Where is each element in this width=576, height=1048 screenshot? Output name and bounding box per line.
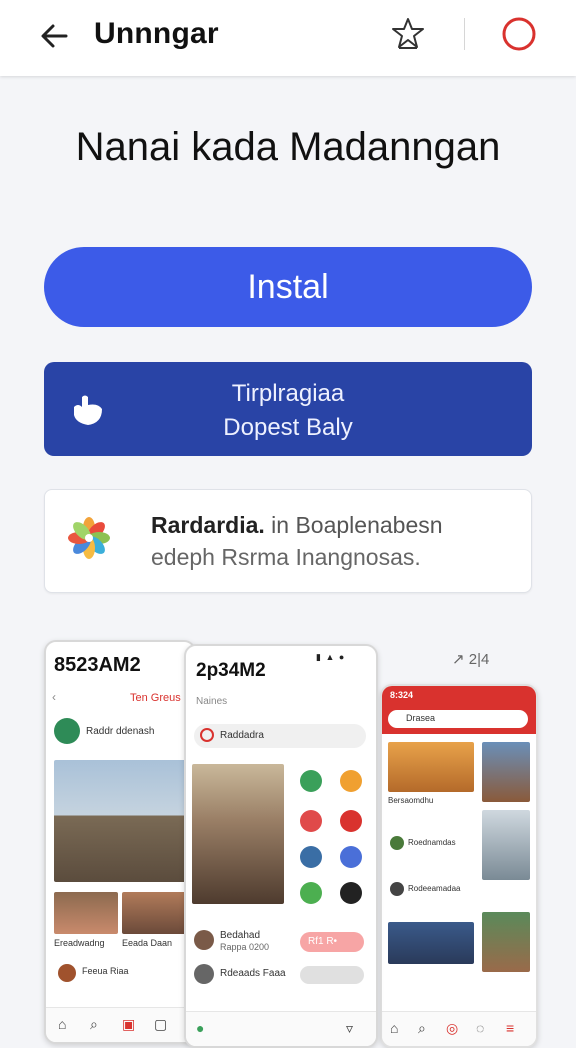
search-text: Drasea	[406, 713, 436, 723]
toggle[interactable]	[300, 966, 364, 984]
home-icon[interactable]: ●	[196, 1020, 204, 1036]
avatar	[390, 882, 404, 896]
store-icon[interactable]: ▣	[122, 1016, 135, 1033]
bottom-nav: ⌂ ⌕ ◎ ◌ ≡	[382, 1011, 536, 1046]
page-title: Nanai kada Madanngan	[75, 125, 501, 169]
list-item: Feeua Riaa	[82, 966, 129, 976]
arrow-left-icon[interactable]	[36, 16, 76, 56]
flower-icon	[68, 517, 110, 559]
app-title: Unnngar	[94, 17, 219, 50]
home-icon[interactable]: ⌂	[390, 1020, 398, 1036]
status-icons: ▮ ▲ ●	[316, 652, 346, 662]
pill-button[interactable]: Rf1 R•	[300, 932, 364, 952]
status-time: 8:324	[390, 690, 414, 700]
pill-label: Rf1 R•	[308, 936, 338, 947]
bottom-nav: ⌂ ⌕ ▣ ▢	[46, 1007, 194, 1042]
list-item: Rodeeamadaa	[408, 884, 461, 893]
list-item: Bersaomdhu	[388, 796, 434, 805]
app-icon[interactable]	[340, 846, 362, 868]
screenshot-3[interactable]: 8:324 Drasea Bersaomdhu Roednamdas Rodee…	[380, 684, 538, 1048]
avatar	[194, 964, 214, 984]
install-button[interactable]: Instal	[44, 247, 532, 327]
photo	[482, 742, 530, 802]
screenshot-2[interactable]: 2p34M2 ▮ ▲ ● Naines Raddadra Bedahad Rap…	[184, 644, 378, 1048]
avatar	[58, 964, 76, 982]
list-item-title: Rdeaads Faaa	[220, 968, 286, 979]
app-icon[interactable]	[300, 882, 322, 904]
star-outline-icon[interactable]	[388, 14, 428, 54]
screen-subtitle: Naines	[196, 696, 228, 707]
avatar	[390, 836, 404, 850]
check-icon[interactable]: ▿	[346, 1020, 353, 1037]
search-text: Raddadra	[220, 730, 264, 741]
back-icon: ‹	[52, 690, 56, 704]
caption: Eeada Daan	[122, 938, 173, 948]
status-time: 8523AM2	[54, 654, 141, 676]
apps-icon[interactable]: ▢	[154, 1016, 167, 1033]
search-icon[interactable]: ⌕	[90, 1016, 98, 1033]
app-icon[interactable]	[340, 882, 362, 904]
photo	[388, 742, 474, 792]
promo-banner[interactable]: Tirplragiaa Dopest Baly	[44, 362, 532, 456]
app-icon[interactable]	[340, 770, 362, 792]
list-item-title: Bedahad	[220, 930, 261, 941]
divider	[464, 18, 465, 50]
app-icon[interactable]	[300, 810, 322, 832]
photo-thumb	[54, 892, 118, 934]
home-icon[interactable]: ⌂	[58, 1016, 66, 1032]
search-icon[interactable]: ⌕	[418, 1020, 426, 1037]
photo	[482, 912, 530, 972]
screenshot-1[interactable]: 8523AM2 Ten Greus ‹ Raddr ddenash Ereadw…	[44, 640, 196, 1044]
app-icon[interactable]	[340, 810, 362, 832]
app-icon[interactable]	[300, 846, 322, 868]
photo-thumb	[122, 892, 188, 934]
rating-text: ↗ 2|4	[452, 651, 490, 668]
photo	[192, 764, 284, 904]
menu-icon[interactable]: ≡	[506, 1020, 514, 1036]
chat-icon[interactable]: ◌	[476, 1020, 484, 1036]
app-icon[interactable]	[300, 770, 322, 792]
avatar	[54, 718, 80, 744]
list-item-sub: Rappa 0200	[220, 942, 270, 952]
photo	[54, 760, 188, 882]
caption: Ereadwadng	[54, 938, 105, 948]
circle-icon[interactable]	[499, 14, 539, 54]
info-card[interactable]: Rardardia. in Boaplenabesn edeph Rsrma I…	[44, 489, 532, 593]
promo-line-2: Dopest Baly	[223, 414, 353, 441]
search-logo-icon	[200, 728, 214, 742]
screen-label: Ten Greus	[130, 692, 181, 704]
info-rest: in Boaplenabesn	[271, 512, 443, 538]
store-icon[interactable]: ◎	[446, 1020, 458, 1037]
avatar	[194, 930, 214, 950]
info-line-1: Rardardia. in Boaplenabesn	[151, 512, 443, 539]
promo-line-1: Tirplragiaa	[231, 380, 345, 407]
status-time: 2p34M2	[196, 660, 266, 681]
rating-indicator: ↗ 2|4	[452, 650, 489, 668]
profile-name: Raddr ddenash	[86, 726, 155, 737]
photo	[388, 922, 474, 964]
top-app-bar: Unnngar	[0, 0, 576, 76]
bottom-nav: ● ▿	[186, 1011, 376, 1046]
info-line-2: edeph Rsrma Inangnosas.	[151, 544, 421, 570]
list-item: Roednamdas	[408, 838, 456, 847]
photo	[482, 810, 530, 880]
info-title: Rardardia.	[151, 512, 265, 538]
